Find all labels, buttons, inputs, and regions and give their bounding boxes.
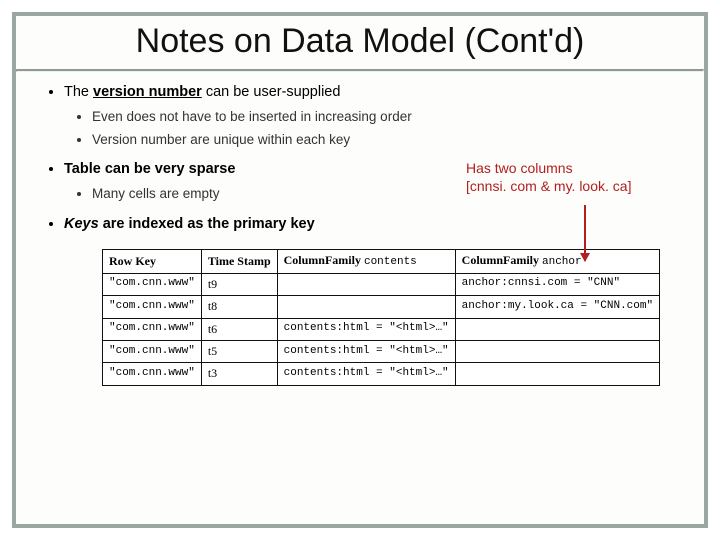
cell-ts: t9 — [201, 273, 277, 295]
th-anchor: ColumnFamily anchor — [455, 249, 659, 273]
slide-frame: Notes on Data Model (Cont'd) The version… — [12, 12, 708, 528]
cell-rowkey: "com.cnn.www" — [103, 273, 202, 295]
bullet-version-post: can be user-supplied — [202, 84, 341, 100]
slide: Notes on Data Model (Cont'd) The version… — [0, 0, 720, 540]
cell-contents — [277, 273, 455, 295]
bullet-version: The version number can be user-supplied … — [64, 82, 678, 149]
table-row: "com.cnn.www" t6 contents:html = "<html>… — [103, 318, 660, 340]
cell-anchor — [455, 363, 659, 385]
title-block: Notes on Data Model (Cont'd) — [16, 16, 704, 69]
th-rowkey: Row Key — [103, 249, 202, 273]
bullet-sparse: Table can be very sparse Many cells are … — [64, 159, 678, 204]
bullet-version-sub2: Version number are unique within each ke… — [92, 130, 678, 150]
cell-ts: t8 — [201, 296, 277, 318]
cell-anchor: anchor:my.look.ca = "CNN.com" — [455, 296, 659, 318]
table-header-row: Row Key Time Stamp ColumnFamily contents… — [103, 249, 660, 273]
bullet-version-sub1: Even does not have to be inserted in inc… — [92, 107, 678, 127]
table-container: Row Key Time Stamp ColumnFamily contents… — [42, 245, 678, 386]
annotation-line2: [cnnsi. com & my. look. ca] — [466, 177, 686, 195]
slide-title: Notes on Data Model (Cont'd) — [26, 22, 694, 61]
cell-anchor — [455, 340, 659, 362]
th-contents-pre: ColumnFamily — [284, 253, 364, 267]
table-row: "com.cnn.www" t9 anchor:cnnsi.com = "CNN… — [103, 273, 660, 295]
bullet-keys-key: Keys — [64, 216, 99, 232]
slide-body: The version number can be user-supplied … — [16, 72, 704, 524]
bullet-version-sub: Even does not have to be inserted in inc… — [64, 107, 678, 149]
cell-contents: contents:html = "<html>…" — [277, 363, 455, 385]
cell-ts: t6 — [201, 318, 277, 340]
bullet-sparse-text: Table can be very sparse — [64, 161, 235, 177]
bullet-list: The version number can be user-supplied … — [42, 82, 678, 235]
th-contents-mono: contents — [364, 256, 417, 268]
cell-anchor — [455, 318, 659, 340]
cell-rowkey: "com.cnn.www" — [103, 296, 202, 318]
th-contents: ColumnFamily contents — [277, 249, 455, 273]
cell-rowkey: "com.cnn.www" — [103, 318, 202, 340]
annotation-box: Has two columns [cnnsi. com & my. look. … — [466, 159, 686, 195]
table-row: "com.cnn.www" t3 contents:html = "<html>… — [103, 363, 660, 385]
table-row: "com.cnn.www" t8 anchor:my.look.ca = "CN… — [103, 296, 660, 318]
annotation-arrow — [584, 205, 586, 261]
bullet-version-pre: The — [64, 84, 93, 100]
cell-rowkey: "com.cnn.www" — [103, 340, 202, 362]
th-anchor-pre: ColumnFamily — [462, 253, 542, 267]
annotation-line1: Has two columns — [466, 159, 686, 177]
cell-ts: t3 — [201, 363, 277, 385]
data-table: Row Key Time Stamp ColumnFamily contents… — [102, 249, 660, 386]
table-body: "com.cnn.www" t9 anchor:cnnsi.com = "CNN… — [103, 273, 660, 385]
cell-ts: t5 — [201, 340, 277, 362]
bullet-version-strong: version number — [93, 84, 202, 100]
th-timestamp: Time Stamp — [201, 249, 277, 273]
cell-rowkey: "com.cnn.www" — [103, 363, 202, 385]
cell-anchor: anchor:cnnsi.com = "CNN" — [455, 273, 659, 295]
cell-contents: contents:html = "<html>…" — [277, 340, 455, 362]
table-row: "com.cnn.www" t5 contents:html = "<html>… — [103, 340, 660, 362]
bullet-keys-rest: are indexed as the primary key — [99, 216, 315, 232]
th-anchor-mono: anchor — [542, 256, 582, 268]
cell-contents: contents:html = "<html>…" — [277, 318, 455, 340]
cell-contents — [277, 296, 455, 318]
